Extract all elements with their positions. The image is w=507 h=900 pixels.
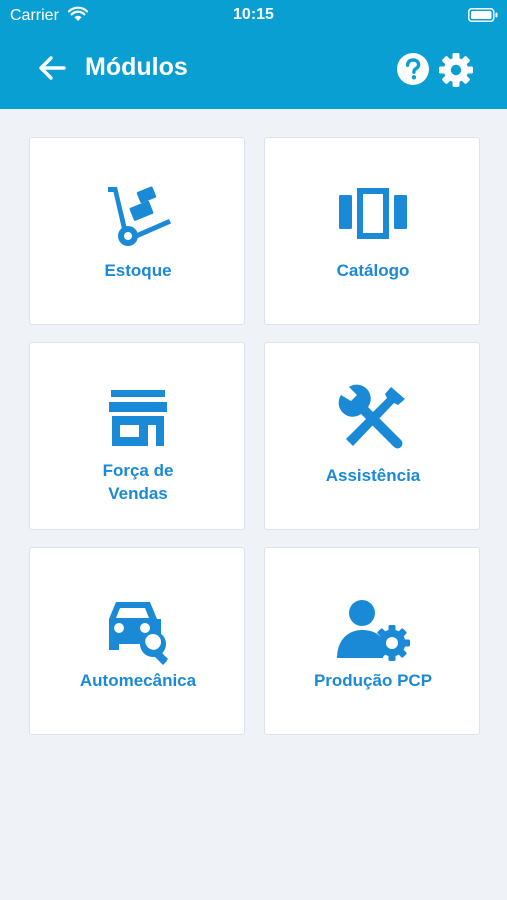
- user-gear-icon: [337, 600, 410, 661]
- app-bar: Carrier 10:15 Módulos: [0, 0, 507, 109]
- clock-label: 10:15: [233, 6, 274, 23]
- module-label: Estoque: [104, 261, 172, 280]
- module-card-assistencia[interactable]: Assistência: [264, 342, 480, 530]
- status-bar: Carrier 10:15: [0, 0, 507, 32]
- module-label: Força de Vendas: [102, 461, 174, 503]
- battery-icon: [468, 8, 498, 22]
- module-card-forca-de-vendas[interactable]: Força de Vendas: [29, 342, 245, 530]
- tools-icon: [338, 384, 405, 449]
- storefront-icon: [109, 390, 167, 446]
- module-card-catalogo[interactable]: Catálogo: [264, 137, 480, 325]
- module-label: Automecânica: [79, 671, 197, 690]
- module-label: Produção PCP: [313, 671, 433, 690]
- car-wrench-icon: [109, 602, 168, 665]
- arrow-left-icon: [39, 56, 66, 80]
- toolbar: Módulos: [0, 40, 507, 96]
- module-card-producao-pcp[interactable]: Produção PCP: [264, 547, 480, 735]
- hand-truck-icon: [108, 186, 171, 246]
- carousel-icon: [339, 188, 407, 239]
- back-button[interactable]: [32, 52, 72, 84]
- module-card-automecanica[interactable]: Automecânica: [29, 547, 245, 735]
- gear-icon[interactable]: [438, 52, 474, 88]
- page-title: Módulos: [85, 53, 188, 81]
- module-label: Assistência: [325, 466, 421, 485]
- help-icon[interactable]: [396, 52, 430, 86]
- module-card-estoque[interactable]: Estoque: [29, 137, 245, 325]
- module-label: Catálogo: [336, 261, 410, 280]
